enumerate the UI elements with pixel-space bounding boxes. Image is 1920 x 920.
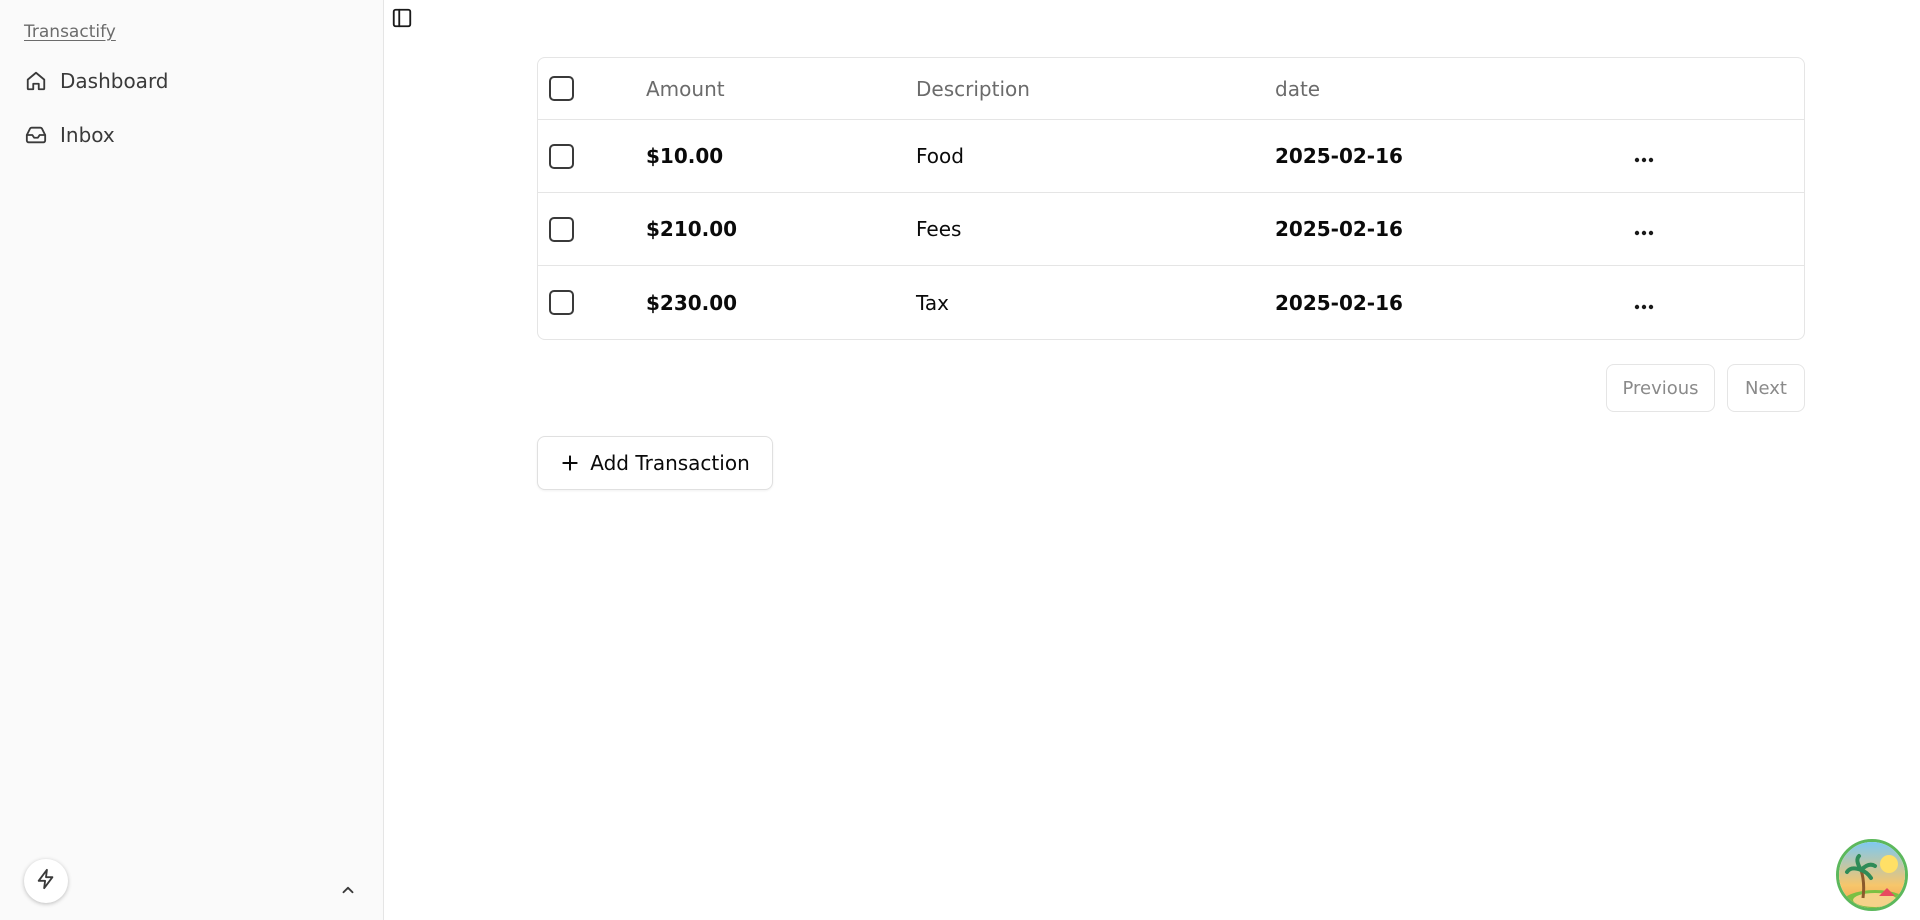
- select-all-checkbox[interactable]: [549, 76, 574, 101]
- amount-cell: $10.00: [646, 144, 724, 168]
- table-row: $210.00 Fees 2025-02-16: [538, 193, 1804, 266]
- column-header-description[interactable]: Description: [916, 77, 1030, 101]
- more-horizontal-icon: [1634, 291, 1654, 315]
- date-cell: 2025-02-16: [1275, 290, 1403, 315]
- brand-link[interactable]: Transactify: [24, 22, 116, 42]
- add-transaction-label: Add Transaction: [590, 451, 750, 475]
- amount-cell: $230.00: [646, 290, 738, 315]
- sidebar-item-dashboard[interactable]: Dashboard: [16, 59, 368, 103]
- description-cell: Tax: [916, 290, 949, 315]
- sidebar-toggle-button[interactable]: [388, 6, 416, 34]
- table-row: $230.00 Tax 2025-02-16: [538, 266, 1804, 339]
- description-cell: Fees: [916, 217, 962, 241]
- row-checkbox[interactable]: [549, 143, 574, 169]
- sidebar-item-label: Inbox: [60, 123, 115, 147]
- home-icon: [24, 69, 48, 93]
- beach-avatar-image: [1839, 842, 1905, 908]
- lightning-icon: [35, 868, 57, 894]
- panel-left-icon: [391, 7, 413, 33]
- user-avatar[interactable]: [1836, 839, 1908, 911]
- sidebar: Transactify Dashboard Inbox: [0, 0, 384, 920]
- row-checkbox[interactable]: [549, 290, 574, 315]
- date-cell: 2025-02-16: [1275, 144, 1403, 168]
- sidebar-item-inbox[interactable]: Inbox: [16, 113, 368, 157]
- transactions-table: Amount Description date $10.00 Food 2025…: [537, 57, 1805, 340]
- select-all-checkbox-cell: [549, 76, 574, 101]
- table-row: $10.00 Food 2025-02-16: [538, 120, 1804, 193]
- column-header-amount[interactable]: Amount: [646, 77, 725, 101]
- more-horizontal-icon: [1634, 217, 1654, 241]
- chevron-up-icon[interactable]: [336, 878, 360, 902]
- column-header-date[interactable]: date: [1275, 77, 1320, 101]
- description-cell: Food: [916, 144, 964, 168]
- table-header-row: Amount Description date: [538, 58, 1804, 120]
- row-actions-button[interactable]: [1628, 140, 1660, 172]
- next-page-button[interactable]: Next: [1727, 364, 1805, 412]
- add-transaction-button[interactable]: Add Transaction: [537, 436, 773, 490]
- more-horizontal-icon: [1634, 144, 1654, 168]
- previous-page-button[interactable]: Previous: [1606, 364, 1715, 412]
- lightning-button[interactable]: [24, 859, 68, 903]
- sidebar-item-label: Dashboard: [60, 69, 169, 93]
- amount-cell: $210.00: [646, 217, 738, 241]
- row-actions-button[interactable]: [1628, 213, 1660, 245]
- inbox-icon: [24, 123, 48, 147]
- row-actions-button[interactable]: [1628, 287, 1660, 319]
- row-checkbox[interactable]: [549, 216, 574, 242]
- plus-icon: [560, 453, 580, 473]
- date-cell: 2025-02-16: [1275, 217, 1403, 241]
